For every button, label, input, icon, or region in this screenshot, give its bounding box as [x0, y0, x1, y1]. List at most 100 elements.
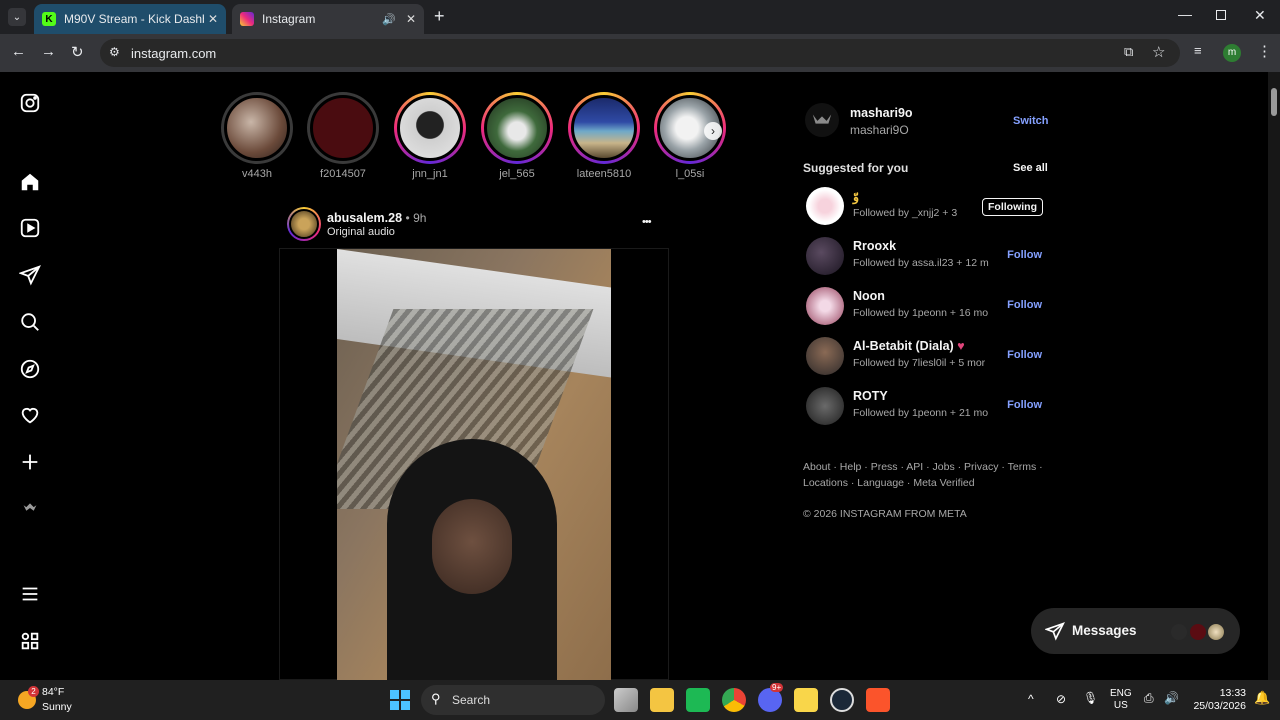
- story-item[interactable]: jel_565: [480, 92, 554, 180]
- following-button[interactable]: Following: [982, 198, 1043, 216]
- steam-icon[interactable]: [830, 688, 854, 712]
- brave-icon[interactable]: [866, 688, 890, 712]
- story-item[interactable]: f2014507: [306, 92, 380, 180]
- direct-messages-icon: [1044, 621, 1065, 646]
- see-all-link[interactable]: See all: [1013, 162, 1048, 174]
- post-time: • 9h: [405, 211, 427, 225]
- close-icon[interactable]: ✕: [208, 12, 218, 26]
- app-yellow-icon[interactable]: [794, 688, 818, 712]
- notifications-icon[interactable]: 🔔: [1254, 690, 1270, 706]
- follow-button[interactable]: Follow: [1007, 399, 1042, 411]
- suggestion-name[interactable]: ROTY: [853, 389, 888, 403]
- close-window-button[interactable]: ✕: [1254, 7, 1266, 24]
- address-bar[interactable]: ⚙ instagram.com ⧉ ☆: [100, 39, 1180, 67]
- current-account-avatar[interactable]: [805, 103, 839, 137]
- weather-widget[interactable]: 2 84°F Sunny: [14, 684, 144, 716]
- story-item[interactable]: jnn_jn1: [393, 92, 467, 180]
- maximize-button[interactable]: [1216, 10, 1226, 20]
- speaker-icon[interactable]: 🔊: [382, 13, 396, 26]
- more-menu-icon[interactable]: [18, 582, 42, 606]
- search-label: Search: [452, 693, 491, 707]
- suggestion-avatar[interactable]: [806, 287, 844, 325]
- weather-badge: 2: [28, 686, 39, 697]
- taskbar-search[interactable]: ⚲ Search: [421, 685, 605, 715]
- suggestion-avatar[interactable]: [806, 387, 844, 425]
- also-from-meta-icon[interactable]: [18, 629, 42, 653]
- volume-icon[interactable]: 🔊: [1164, 691, 1179, 705]
- suggested-title: Suggested for you: [803, 161, 909, 175]
- follow-button[interactable]: Follow: [1007, 249, 1042, 261]
- chrome-icon[interactable]: [722, 688, 746, 712]
- messages-avatar: [1206, 622, 1226, 642]
- file-explorer-icon[interactable]: [650, 688, 674, 712]
- switch-account-button[interactable]: Switch: [1013, 115, 1048, 127]
- site-settings-icon[interactable]: ⚙: [109, 45, 120, 59]
- reels-icon[interactable]: [18, 216, 42, 240]
- discord-icon[interactable]: 9+: [758, 683, 784, 712]
- kick-icon: K: [42, 12, 56, 26]
- suggestion-followed-by: Followed by _xnjj2 + 3: [853, 207, 958, 219]
- suggestion-name[interactable]: Rrooxk: [853, 239, 896, 253]
- profile-avatar[interactable]: m: [1223, 44, 1241, 62]
- suggestion-name[interactable]: Al-Betabit (Diala) ♥: [853, 339, 965, 353]
- suggestion-avatar[interactable]: [806, 337, 844, 375]
- suggestion-name[interactable]: وّ: [853, 189, 859, 204]
- back-icon[interactable]: ←: [11, 43, 26, 60]
- task-view-icon[interactable]: [614, 688, 638, 712]
- language-indicator[interactable]: ENG US: [1110, 688, 1132, 712]
- tab-search-button[interactable]: ⌄: [8, 8, 26, 26]
- wifi-icon[interactable]: ⎙: [1144, 691, 1154, 706]
- footer-links-row2[interactable]: Locations · Language · Meta Verified: [803, 477, 975, 489]
- explore-icon[interactable]: [18, 357, 42, 381]
- new-tab-button[interactable]: +: [434, 6, 445, 27]
- follow-button[interactable]: Follow: [1007, 299, 1042, 311]
- menu-icon[interactable]: ⋮: [1257, 42, 1272, 60]
- app-green-icon[interactable]: [686, 688, 710, 712]
- post-media[interactable]: [279, 248, 669, 680]
- notifications-heart-icon[interactable]: [18, 403, 42, 427]
- instagram-icon: [240, 12, 254, 26]
- story-item[interactable]: lateen5810: [567, 92, 641, 180]
- media-controls-icon[interactable]: ≡: [1194, 43, 1202, 58]
- stories-next-button[interactable]: ›: [704, 122, 722, 140]
- create-plus-icon[interactable]: [18, 450, 42, 474]
- instagram-logo-icon[interactable]: [18, 91, 42, 115]
- clock[interactable]: 13:33 25/03/2026: [1188, 687, 1246, 713]
- reload-icon[interactable]: ↻: [71, 43, 84, 61]
- direct-messages-icon[interactable]: [18, 263, 42, 287]
- current-account-username[interactable]: mashari9o: [850, 106, 913, 120]
- network-icon[interactable]: ⊘: [1056, 692, 1066, 706]
- story-avatar: [484, 95, 550, 161]
- story-username: f2014507: [320, 168, 366, 180]
- microphone-icon[interactable]: 🎙: [1083, 691, 1098, 705]
- post-author-avatar[interactable]: [287, 207, 321, 241]
- post-audio[interactable]: Original audio: [327, 226, 395, 238]
- page-scrollbar[interactable]: [1268, 72, 1280, 680]
- tab-instagram[interactable]: Instagram 🔊 ✕: [232, 4, 424, 34]
- close-icon[interactable]: ✕: [406, 12, 416, 26]
- tray-overflow-icon[interactable]: ^: [1028, 692, 1034, 706]
- story-item[interactable]: v443h: [220, 92, 294, 180]
- install-app-icon[interactable]: ⧉: [1124, 44, 1133, 60]
- suggestion-followed-by: Followed by 1peonn + 16 mo: [853, 307, 989, 319]
- messages-button[interactable]: Messages: [1031, 608, 1240, 654]
- suggestion-item: Rrooxk Followed by assa.il23 + 12 m Foll…: [806, 237, 1046, 277]
- suggestion-avatar[interactable]: [806, 187, 844, 225]
- search-icon[interactable]: [18, 310, 42, 334]
- footer-links-row1[interactable]: About · Help · Press · API · Jobs · Priv…: [803, 461, 1043, 473]
- bookmark-star-icon[interactable]: ☆: [1152, 43, 1165, 61]
- forward-icon[interactable]: →: [41, 43, 56, 60]
- post-username[interactable]: abusalem.28: [327, 211, 402, 225]
- scrollbar-thumb[interactable]: [1271, 88, 1277, 116]
- tab-kick-dashboard[interactable]: K M90V Stream - Kick Dashboard ✕: [34, 4, 226, 34]
- suggestion-name[interactable]: Noon: [853, 289, 885, 303]
- home-icon[interactable]: [18, 170, 42, 194]
- search-icon: ⚲: [431, 691, 441, 706]
- post-options-icon[interactable]: •••: [642, 216, 652, 228]
- suggestion-avatar[interactable]: [806, 237, 844, 275]
- profile-avatar-icon[interactable]: [18, 496, 42, 520]
- follow-button[interactable]: Follow: [1007, 349, 1042, 361]
- minimize-button[interactable]: —: [1178, 6, 1192, 22]
- heart-emoji-icon: ♥: [957, 339, 965, 353]
- start-button[interactable]: [390, 690, 410, 710]
